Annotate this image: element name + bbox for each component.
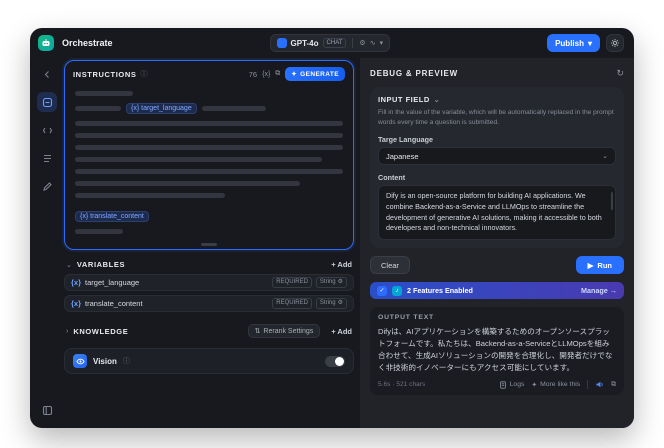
back-icon[interactable] <box>37 64 57 84</box>
sparkle-icon: ✦ <box>531 381 538 389</box>
more-like-this-button[interactable]: ✦ More like this <box>531 381 580 389</box>
scrollbar[interactable] <box>611 192 613 211</box>
instructions-title: INSTRUCTIONS <box>73 69 137 79</box>
variable-row-translate-content[interactable]: {x} translate_content REQUIRED String ⚙ <box>64 295 354 312</box>
model-name: GPT-4o <box>290 38 319 48</box>
vision-feature-row: Vision ⓘ <box>64 348 354 374</box>
content-textarea[interactable]: Dify is an open-source platform for buil… <box>378 185 616 241</box>
vision-toggle[interactable] <box>325 355 345 367</box>
run-button[interactable]: ▶ Run <box>575 256 624 275</box>
speech-feature-icon: ♪ <box>392 285 402 296</box>
top-bar: Orchestrate GPT-4o CHAT ⚙ ∿ ▾ Publish ▾ <box>30 28 634 58</box>
collapse-panel-icon[interactable] <box>37 400 57 420</box>
sidebar <box>30 58 64 428</box>
output-stats: 5.6s · 521 chars <box>378 381 426 389</box>
target-language-label: Targe Language <box>378 135 433 145</box>
chevron-down-icon: ▾ <box>587 38 592 48</box>
chevron-down-icon: ⌄ <box>602 153 608 161</box>
page-title: Orchestrate <box>62 38 113 48</box>
topbar-actions: Publish ▾ <box>547 34 624 52</box>
knowledge-header: › KNOWLEDGE ⇅ Rerank Settings + Add <box>66 324 352 338</box>
model-mode-badge: CHAT <box>322 38 347 48</box>
sliders-icon: ⚙ <box>359 40 366 47</box>
divider <box>587 380 589 390</box>
orchestrate-panel: INSTRUCTIONS ⓘ 76 {x} ⧉ ✦ GENERATE {x} t… <box>64 58 360 428</box>
model-provider-icon <box>276 38 287 48</box>
manage-features-button[interactable]: Manage → <box>581 286 617 295</box>
input-field-toggle[interactable]: INPUT FIELD ⌄ <box>378 95 616 104</box>
info-icon: ⓘ <box>140 71 148 78</box>
chevron-down-icon: ⌄ <box>433 96 441 104</box>
app-logo-icon <box>38 35 54 51</box>
copy-icon[interactable]: ⧉ <box>275 70 280 78</box>
publish-label: Publish <box>555 38 584 48</box>
variable-chip-target-language[interactable]: {x} target_language <box>126 103 197 114</box>
features-enabled-bar[interactable]: ✓ ♪ 2 Features Enabled Manage → <box>370 282 624 300</box>
add-knowledge-button[interactable]: + Add <box>331 327 352 336</box>
sidebar-item-orchestrate[interactable] <box>37 92 57 112</box>
knowledge-title: KNOWLEDGE <box>73 326 129 336</box>
target-language-select[interactable]: Japanese ⌄ <box>378 147 616 166</box>
add-variable-button[interactable]: + Add <box>331 260 352 269</box>
type-badge[interactable]: String ⚙ <box>315 298 347 309</box>
settings-icon-button[interactable] <box>605 34 624 52</box>
arrow-right-icon: → <box>609 286 617 296</box>
variables-title: VARIABLES <box>76 260 126 269</box>
variable-row-target-language[interactable]: {x} target_language REQUIRED String ⚙ <box>64 274 354 291</box>
temperature-icon: ∿ <box>369 40 376 47</box>
sparkle-icon: ✦ <box>291 71 298 78</box>
debug-preview-panel: DEBUG & PREVIEW ↻ INPUT FIELD ⌄ Fill in … <box>360 58 634 428</box>
token-count: 76 <box>248 69 258 79</box>
copy-icon[interactable]: ⧉ <box>611 381 616 389</box>
prompt-skeleton: {x} target_language {x} translate_conten… <box>65 85 353 240</box>
sidebar-item-logs[interactable] <box>37 148 57 168</box>
publish-button[interactable]: Publish ▾ <box>547 34 600 52</box>
action-buttons: Clear ▶ Run <box>370 256 624 275</box>
chevron-down-icon: ▾ <box>379 40 384 47</box>
type-badge[interactable]: String ⚙ <box>315 277 347 288</box>
instructions-editor[interactable]: INSTRUCTIONS ⓘ 76 {x} ⧉ ✦ GENERATE {x} t… <box>64 60 354 250</box>
clear-button[interactable]: Clear <box>370 256 410 275</box>
variables-header: ⌄ VARIABLES + Add <box>66 260 352 269</box>
speaker-icon[interactable] <box>595 380 604 389</box>
logs-button[interactable]: Logs <box>499 381 524 389</box>
settings-icon: ⚙ <box>337 300 343 306</box>
settings-icon: ⚙ <box>337 279 343 285</box>
rerank-settings-button[interactable]: ⇅ Rerank Settings <box>247 324 321 338</box>
chevron-down-icon[interactable]: ⌄ <box>66 261 72 269</box>
sidebar-item-api[interactable] <box>37 120 57 140</box>
required-badge: REQUIRED <box>272 298 312 309</box>
refresh-icon[interactable]: ↻ <box>616 68 624 79</box>
info-icon: ⓘ <box>122 358 130 365</box>
resize-handle[interactable] <box>201 243 217 246</box>
divider <box>352 38 354 48</box>
play-icon: ▶ <box>587 260 594 270</box>
debug-preview-title: DEBUG & PREVIEW <box>370 69 459 78</box>
model-selector[interactable]: GPT-4o CHAT ⚙ ∿ ▾ <box>269 34 391 52</box>
app-window: Orchestrate GPT-4o CHAT ⚙ ∿ ▾ Publish ▾ <box>30 28 634 428</box>
vision-icon <box>73 354 87 368</box>
vision-label: Vision <box>93 356 117 366</box>
output-title: OUTPUT TEXT <box>378 314 434 322</box>
variable-name: translate_content <box>85 299 143 308</box>
moderation-feature-icon: ✓ <box>377 285 387 296</box>
sliders-icon: ⇅ <box>254 328 261 335</box>
variable-badge: {x} <box>71 299 82 308</box>
generate-button[interactable]: ✦ GENERATE <box>285 67 345 81</box>
required-badge: REQUIRED <box>272 277 312 288</box>
variable-icon[interactable]: {x} <box>262 71 270 78</box>
variable-chip-translate-content[interactable]: {x} translate_content <box>75 211 149 222</box>
output-card: OUTPUT TEXT Difyは、AIアプリケーションを構築するためのオープン… <box>370 307 624 396</box>
variable-badge: {x} <box>71 278 82 287</box>
chevron-right-icon[interactable]: › <box>66 328 68 335</box>
input-field-card: INPUT FIELD ⌄ Fill in the value of the v… <box>370 87 624 249</box>
content-label: Content <box>378 173 406 183</box>
sidebar-item-annotation[interactable] <box>37 176 57 196</box>
input-field-description: Fill in the value of the variable, which… <box>378 109 614 126</box>
output-text: Difyは、AIアプリケーションを構築するためのオープンソースプラットフォームで… <box>378 327 613 372</box>
variable-name: target_language <box>85 278 140 287</box>
